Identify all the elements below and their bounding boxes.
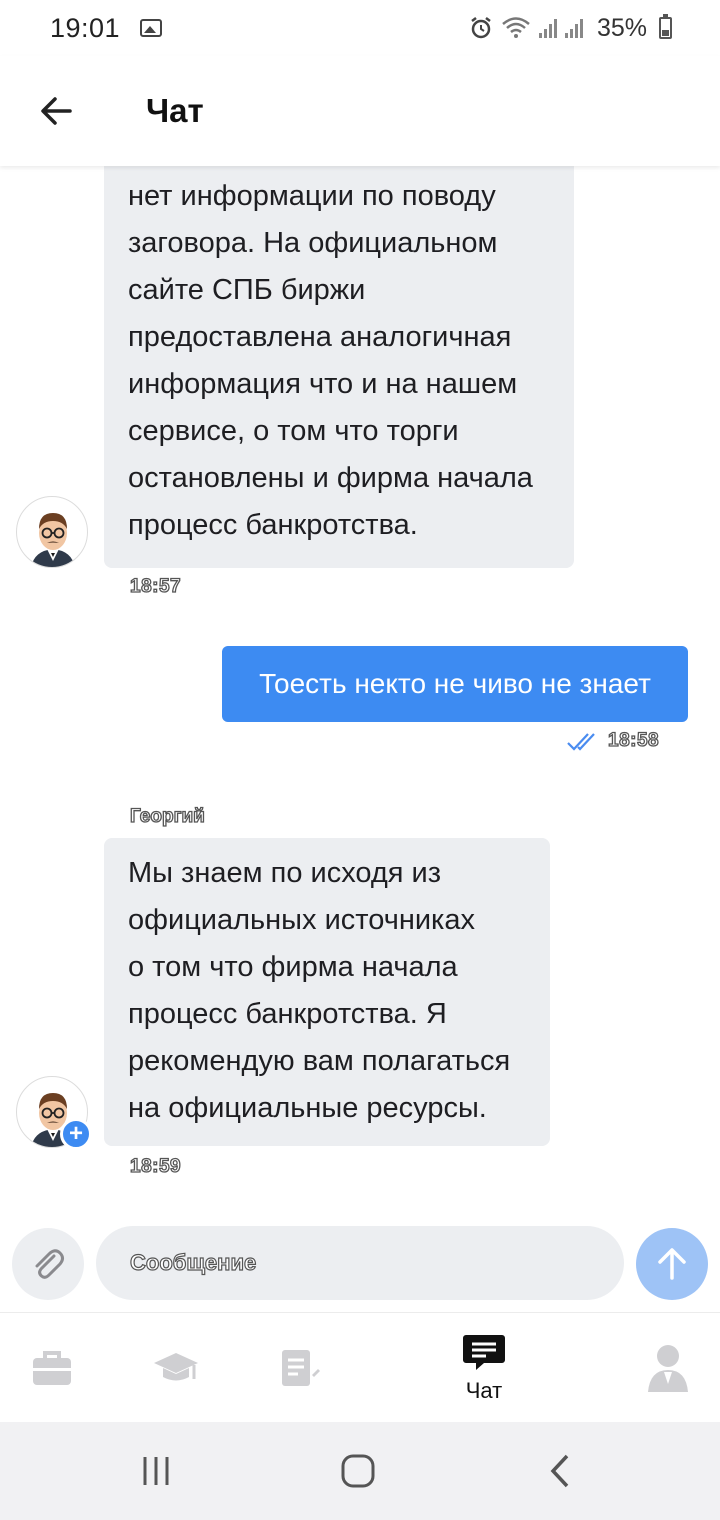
- chat-messages[interactable]: . нет информации по поводу заговора. На …: [0, 166, 720, 1210]
- status-time: 19:01: [50, 12, 121, 43]
- message-line: рекомендую вам полагаться: [128, 1045, 511, 1077]
- message-line: сайте СПБ биржи: [128, 274, 366, 306]
- message-line: предоставлена аналогичная: [128, 321, 512, 353]
- message-line: остановлены и фирма начала: [128, 462, 533, 494]
- outgoing-message-bubble[interactable]: Тоесть некто не чиво не знает: [222, 646, 688, 722]
- tab-label: Чат: [465, 1378, 503, 1403]
- message-line: сервисе, о том что торги: [128, 415, 459, 447]
- battery-percent: 35%: [596, 13, 647, 42]
- page-title: Чат: [146, 92, 204, 129]
- message-timestamp: 18:59: [129, 1155, 182, 1177]
- arrow-up-icon: [658, 1248, 686, 1280]
- message-line: на официальные ресурсы.: [128, 1092, 487, 1124]
- sender-name: Георгий: [129, 805, 205, 827]
- message-line: официальных источниках: [128, 904, 475, 936]
- status-bar: 19:01 35%: [0, 0, 720, 56]
- send-button[interactable]: [636, 1228, 708, 1300]
- tab-portfolio[interactable]: [2, 1313, 102, 1423]
- recent-apps-icon: [143, 1457, 169, 1485]
- double-check-icon: [567, 733, 595, 751]
- system-navigation-bar: [0, 1422, 720, 1520]
- tab-profile[interactable]: [618, 1313, 718, 1423]
- incoming-message-bubble[interactable]: . нет информации по поводу заговора. На …: [104, 166, 574, 568]
- operator-avatar-icon: [31, 513, 75, 567]
- graduation-cap-icon: [154, 1353, 198, 1381]
- message-line: Мы знаем по исходя из: [128, 857, 442, 889]
- add-contact-icon[interactable]: +: [60, 1118, 92, 1150]
- incoming-message-bubble[interactable]: Мы знаем по исходя из официальных источн…: [104, 838, 550, 1146]
- avatar[interactable]: [16, 496, 88, 568]
- message-input[interactable]: [96, 1226, 624, 1300]
- tab-documents[interactable]: [250, 1313, 350, 1423]
- message-timestamp: 18:57: [129, 575, 182, 597]
- message-line: процесс банкротства.: [128, 509, 418, 541]
- message-line: заговора. На официальном: [128, 227, 498, 259]
- wifi-icon: [502, 17, 530, 38]
- signal-1-icon: [538, 18, 557, 38]
- message-text: Тоесть некто не чиво не знает: [259, 668, 651, 699]
- home-button[interactable]: [328, 1446, 388, 1496]
- battery-icon: [659, 14, 672, 39]
- briefcase-icon: [33, 1351, 71, 1385]
- gallery-notification-icon: [140, 19, 163, 37]
- chat-icon: [463, 1335, 505, 1370]
- message-composer: [0, 1212, 720, 1312]
- bottom-tab-bar: Чат: [0, 1312, 720, 1422]
- back-button[interactable]: [26, 81, 86, 141]
- chevron-left-icon: [550, 1454, 569, 1488]
- message-line: процесс банкротства. Я: [128, 998, 447, 1030]
- tab-education[interactable]: [126, 1313, 226, 1423]
- home-icon: [341, 1454, 375, 1488]
- attach-button[interactable]: [12, 1228, 84, 1300]
- message-line: о том что фирма начала: [128, 951, 458, 983]
- message-timestamp: 18:58: [607, 729, 660, 751]
- recent-apps-button[interactable]: [126, 1446, 186, 1496]
- tab-chat[interactable]: Чат: [434, 1313, 534, 1423]
- system-back-button[interactable]: [530, 1446, 590, 1496]
- message-line: нет информации по поводу: [128, 180, 496, 212]
- profile-icon: [648, 1345, 688, 1392]
- app-header: Чат: [0, 56, 720, 166]
- message-line: информация что и на нашем: [128, 368, 518, 400]
- signal-2-icon: [564, 18, 583, 38]
- paperclip-icon: [35, 1249, 64, 1279]
- status-icons: 35%: [469, 14, 672, 43]
- document-icon: [282, 1350, 320, 1386]
- alarm-icon: [471, 17, 491, 39]
- arrow-left-icon: [41, 97, 72, 125]
